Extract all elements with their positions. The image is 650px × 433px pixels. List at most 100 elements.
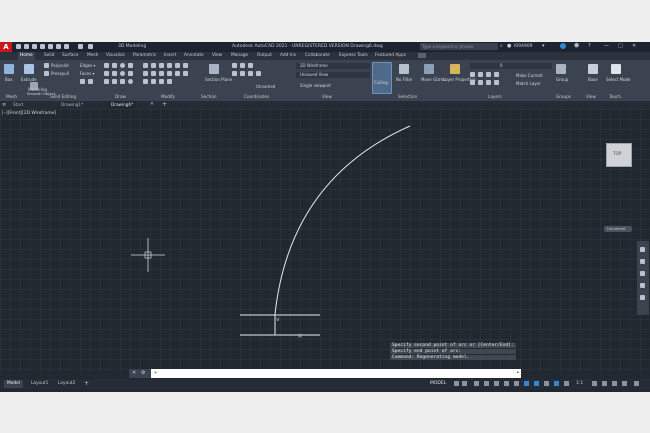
extrude-icon[interactable] [24, 64, 34, 74]
arc-icon[interactable] [128, 63, 133, 68]
named-view-select[interactable]: Unsaved View [296, 72, 370, 78]
no-filter-button[interactable]: No Filter [396, 77, 413, 82]
close-tab-icon[interactable]: ✕ [150, 102, 154, 107]
ribbon-toggle-icon[interactable] [418, 53, 426, 58]
osnap-tracking-icon[interactable] [504, 381, 509, 386]
account-icon[interactable]: ☻ [574, 43, 579, 49]
spline-icon[interactable] [112, 71, 117, 76]
add-layout-icon[interactable]: + [84, 380, 89, 387]
pan-icon[interactable] [640, 259, 645, 264]
fillet-icon[interactable] [175, 63, 180, 68]
grid-icon[interactable] [454, 381, 459, 386]
base-button[interactable]: Base [588, 77, 598, 82]
tab-annotate[interactable]: Annotate [184, 53, 204, 58]
snap-icon[interactable] [462, 381, 467, 386]
ucs-named-select[interactable]: Unnamed [256, 84, 275, 89]
ortho-icon[interactable] [474, 381, 479, 386]
tab-home[interactable]: Home [18, 52, 35, 60]
region-icon[interactable] [112, 79, 117, 84]
annotation-monitor-icon[interactable] [602, 381, 607, 386]
box-icon[interactable] [4, 64, 14, 74]
selection-filter-icon[interactable] [544, 381, 549, 386]
visual-style-select[interactable]: 2D Wireframe [296, 63, 370, 69]
polar-icon[interactable] [484, 381, 489, 386]
save-icon[interactable] [32, 44, 37, 49]
layer-isolate-icon[interactable] [478, 72, 483, 77]
ellipse-icon[interactable] [120, 71, 125, 76]
search-icon[interactable]: ⌕ [500, 43, 503, 49]
layer-on-icon[interactable] [470, 80, 475, 85]
hardware-acceleration-icon[interactable] [622, 381, 627, 386]
box-button[interactable]: Box [5, 77, 12, 82]
tab-collaborate[interactable]: Collaborate [305, 53, 330, 58]
hatch-icon[interactable] [128, 71, 133, 76]
layer-properties-icon[interactable] [450, 64, 460, 74]
customize-icon[interactable]: ⚙ [141, 370, 145, 376]
3d-osnap-icon[interactable] [524, 381, 529, 386]
isolate-objects-icon[interactable] [612, 381, 617, 386]
make-current-button[interactable]: Make Current [516, 73, 543, 78]
mirror-icon[interactable] [167, 63, 172, 68]
tab-view[interactable]: View [212, 53, 222, 58]
orbit-icon[interactable] [640, 283, 645, 288]
save-as-icon[interactable] [40, 44, 45, 49]
ucs-world-icon[interactable] [240, 63, 245, 68]
doc-tab-drawing1[interactable]: Drawing1* [58, 101, 86, 109]
layer-dropdown[interactable]: 0 [470, 63, 552, 69]
array-icon[interactable] [159, 71, 164, 76]
circle-icon[interactable] [120, 63, 125, 68]
ucs-origin-icon[interactable] [256, 71, 261, 76]
polyline-icon[interactable] [112, 63, 117, 68]
tab-mesh[interactable]: Mesh [87, 53, 98, 58]
layer-unisolate-icon[interactable] [478, 80, 483, 85]
ucs-icon[interactable] [232, 63, 237, 68]
break-icon[interactable] [167, 79, 172, 84]
match-layer-button[interactable]: Match Layer [516, 81, 541, 86]
viewcube[interactable]: TOP [606, 143, 632, 167]
tab-solid[interactable]: Solid [44, 53, 54, 58]
autocad-logo[interactable]: A [0, 42, 12, 52]
tab-manage[interactable]: Manage [231, 53, 248, 58]
doc-tab-start[interactable]: Start [10, 101, 26, 109]
zoom-icon[interactable] [640, 271, 645, 276]
showmotion-icon[interactable] [640, 295, 645, 300]
autodesk-app-icon[interactable] [560, 43, 566, 49]
solid-edit-icon-2[interactable] [88, 79, 93, 84]
trim-icon[interactable] [143, 79, 148, 84]
clean-screen-icon[interactable] [634, 381, 639, 386]
gizmo-icon[interactable] [554, 381, 559, 386]
no-filter-icon[interactable] [399, 64, 409, 74]
presspull-button[interactable]: Presspull [51, 71, 69, 76]
move-gizmo-icon[interactable] [424, 64, 434, 74]
annotation-visibility-icon[interactable] [564, 381, 569, 386]
layer-lock-icon[interactable] [494, 72, 499, 77]
tab-model[interactable]: Model [4, 380, 23, 388]
user-icon[interactable]: ● [507, 43, 511, 49]
tab-insert[interactable]: Insert [164, 53, 176, 58]
tab-layout2[interactable]: Layout2 [55, 380, 78, 388]
select-mode-button[interactable]: Select Mode [606, 77, 631, 82]
close-command-line-icon[interactable]: ✕ [132, 370, 136, 376]
move-icon[interactable] [143, 63, 148, 68]
isodraft-icon[interactable] [494, 381, 499, 386]
scale-icon[interactable] [151, 71, 156, 76]
annotation-scale[interactable]: 1:1 [576, 381, 583, 386]
stretch-icon[interactable] [143, 71, 148, 76]
undo-icon[interactable] [78, 44, 83, 49]
section-plane-button[interactable]: Section Plane [205, 77, 232, 82]
offset-icon[interactable] [183, 71, 188, 76]
workspace-switch-icon[interactable] [592, 381, 597, 386]
tab-add-ins[interactable]: Add-ins [280, 53, 296, 58]
erase-icon[interactable] [167, 71, 172, 76]
layer-thaw-icon[interactable] [486, 80, 491, 85]
tab-express-tools[interactable]: Express Tools [339, 53, 368, 58]
search-input[interactable]: Type a keyword or phrase [420, 43, 498, 50]
layer-unlock-icon[interactable] [494, 80, 499, 85]
help-icon[interactable]: ? [588, 43, 591, 49]
ucs-face-icon[interactable] [232, 71, 237, 76]
culling-button-bg[interactable] [372, 62, 392, 94]
presspull-icon[interactable] [44, 71, 49, 76]
new-tab-icon[interactable]: + [162, 101, 167, 108]
arc-entity[interactable] [274, 125, 411, 315]
maximize-icon[interactable]: □ [618, 43, 623, 49]
